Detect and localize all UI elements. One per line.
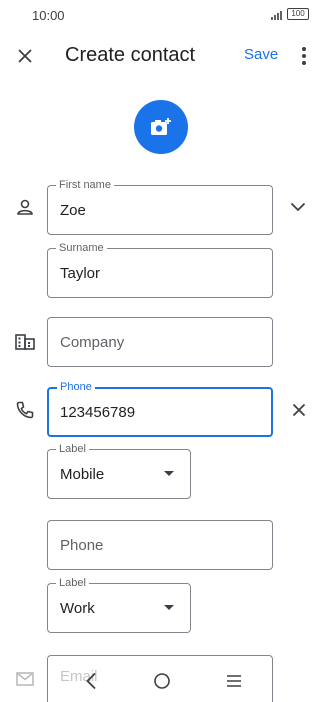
home-circle-icon <box>154 673 170 689</box>
status-time: 10:00 <box>32 8 65 23</box>
clear-phone-button[interactable] <box>289 400 309 420</box>
navigation-bar <box>0 660 324 702</box>
chevron-down-icon <box>290 202 306 212</box>
home-button[interactable] <box>149 668 175 694</box>
signal-icon <box>271 10 285 20</box>
first-name-label: First name <box>56 178 114 192</box>
surname-field[interactable]: Surname Taylor <box>47 241 273 298</box>
phone2-type-value: Work <box>60 600 95 617</box>
page-title: Create contact <box>65 44 196 66</box>
dropdown-arrow-icon <box>164 605 174 610</box>
phone-type-value: Mobile <box>60 466 105 483</box>
battery-indicator: 100 <box>287 8 309 20</box>
phone2-type-label: Label <box>56 576 89 590</box>
phone2-placeholder: Phone <box>60 537 104 554</box>
menu-icon <box>227 675 241 687</box>
close-button[interactable] <box>11 42 39 70</box>
clear-icon <box>292 403 306 417</box>
more-options-button[interactable] <box>292 42 316 70</box>
add-photo-button[interactable] <box>134 100 188 154</box>
back-button[interactable] <box>78 668 104 694</box>
phone-type-label: Label <box>56 442 89 456</box>
add-photo-icon <box>151 118 171 135</box>
surname-value: Taylor <box>60 265 101 282</box>
app-bar: Create contact Save <box>0 34 324 78</box>
status-bar: 10:00 100 <box>0 0 324 30</box>
close-icon <box>18 49 32 63</box>
back-icon <box>86 672 96 690</box>
business-icon <box>14 331 36 353</box>
surname-label: Surname <box>56 241 107 255</box>
phone2-type-select[interactable]: Label Work <box>47 576 191 633</box>
phone-value: 123456789 <box>60 404 136 421</box>
phone2-field[interactable]: Phone <box>47 520 273 570</box>
recents-button[interactable] <box>221 668 247 694</box>
expand-name-button[interactable] <box>286 195 310 219</box>
phone-icon <box>14 399 36 421</box>
company-field[interactable]: Company <box>47 317 273 367</box>
save-button[interactable]: Save <box>244 46 278 63</box>
phone-label: Phone <box>57 380 95 394</box>
company-placeholder: Company <box>60 334 125 351</box>
person-icon <box>14 196 36 218</box>
more-vert-icon <box>302 47 306 65</box>
phone-type-select[interactable]: Label Mobile <box>47 442 191 499</box>
first-name-value: Zoe <box>60 202 86 219</box>
dropdown-arrow-icon <box>164 471 174 476</box>
first-name-field[interactable]: First name Zoe <box>47 178 273 235</box>
phone-field[interactable]: Phone 123456789 <box>47 380 273 437</box>
